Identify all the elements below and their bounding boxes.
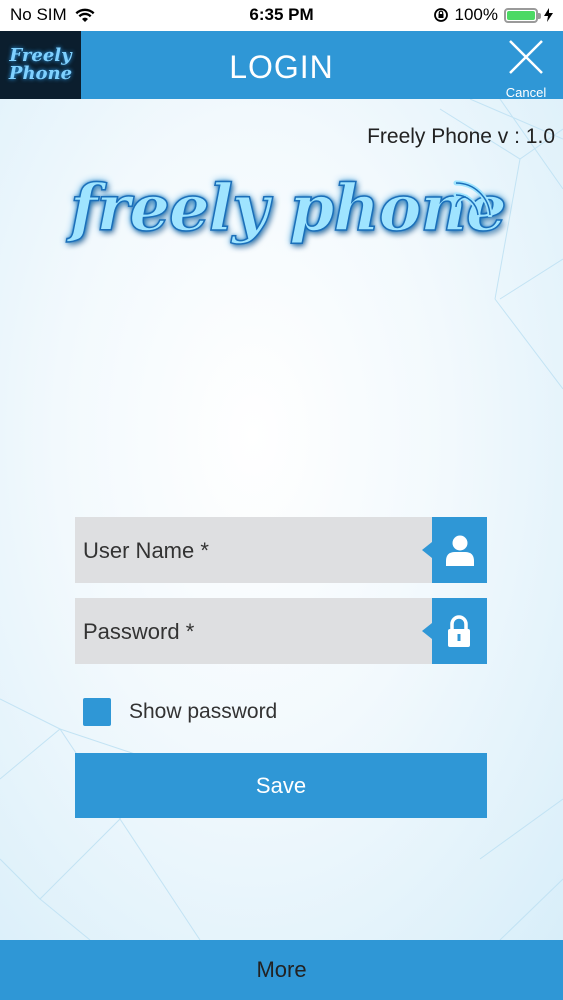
username-placeholder: User Name *: [83, 538, 209, 563]
page-title: LOGIN: [229, 49, 334, 85]
version-label: Freely Phone v : 1.0: [367, 125, 555, 148]
show-password-label: Show password: [129, 700, 278, 723]
login-content: Freely Phone v : 1.0 freely phone User N…: [0, 99, 563, 940]
more-button[interactable]: More: [0, 940, 563, 1000]
orientation-lock-icon: [433, 8, 448, 22]
signal-waves-icon: [453, 180, 493, 217]
battery-icon: [504, 7, 541, 23]
brand-logo-text: freely phone: [69, 170, 507, 247]
username-icon-box: [422, 517, 487, 583]
user-icon: [446, 535, 474, 566]
save-button[interactable]: Save: [75, 753, 487, 818]
lock-icon: [448, 615, 470, 647]
charging-bolt-icon: [544, 8, 553, 22]
battery-percent: 100%: [454, 5, 498, 24]
more-label: More: [256, 957, 307, 982]
cancel-button[interactable]: Cancel: [497, 37, 555, 100]
brand-logo: freely phone: [69, 161, 507, 281]
status-right: 100%: [433, 5, 553, 25]
save-label: Save: [255, 772, 307, 798]
app-header: Freely Phone LOGIN Cancel: [0, 31, 563, 100]
close-icon: [497, 37, 555, 83]
password-placeholder: Password *: [83, 619, 195, 644]
password-field[interactable]: Password *: [75, 598, 487, 666]
show-password-row: Show password: [83, 698, 277, 726]
status-bar: No SIM 6:35 PM 100%: [0, 0, 563, 31]
username-field[interactable]: User Name *: [75, 517, 487, 585]
show-password-checkbox[interactable]: [83, 698, 111, 726]
password-icon-box: [422, 598, 487, 664]
cancel-label: Cancel: [505, 85, 547, 100]
